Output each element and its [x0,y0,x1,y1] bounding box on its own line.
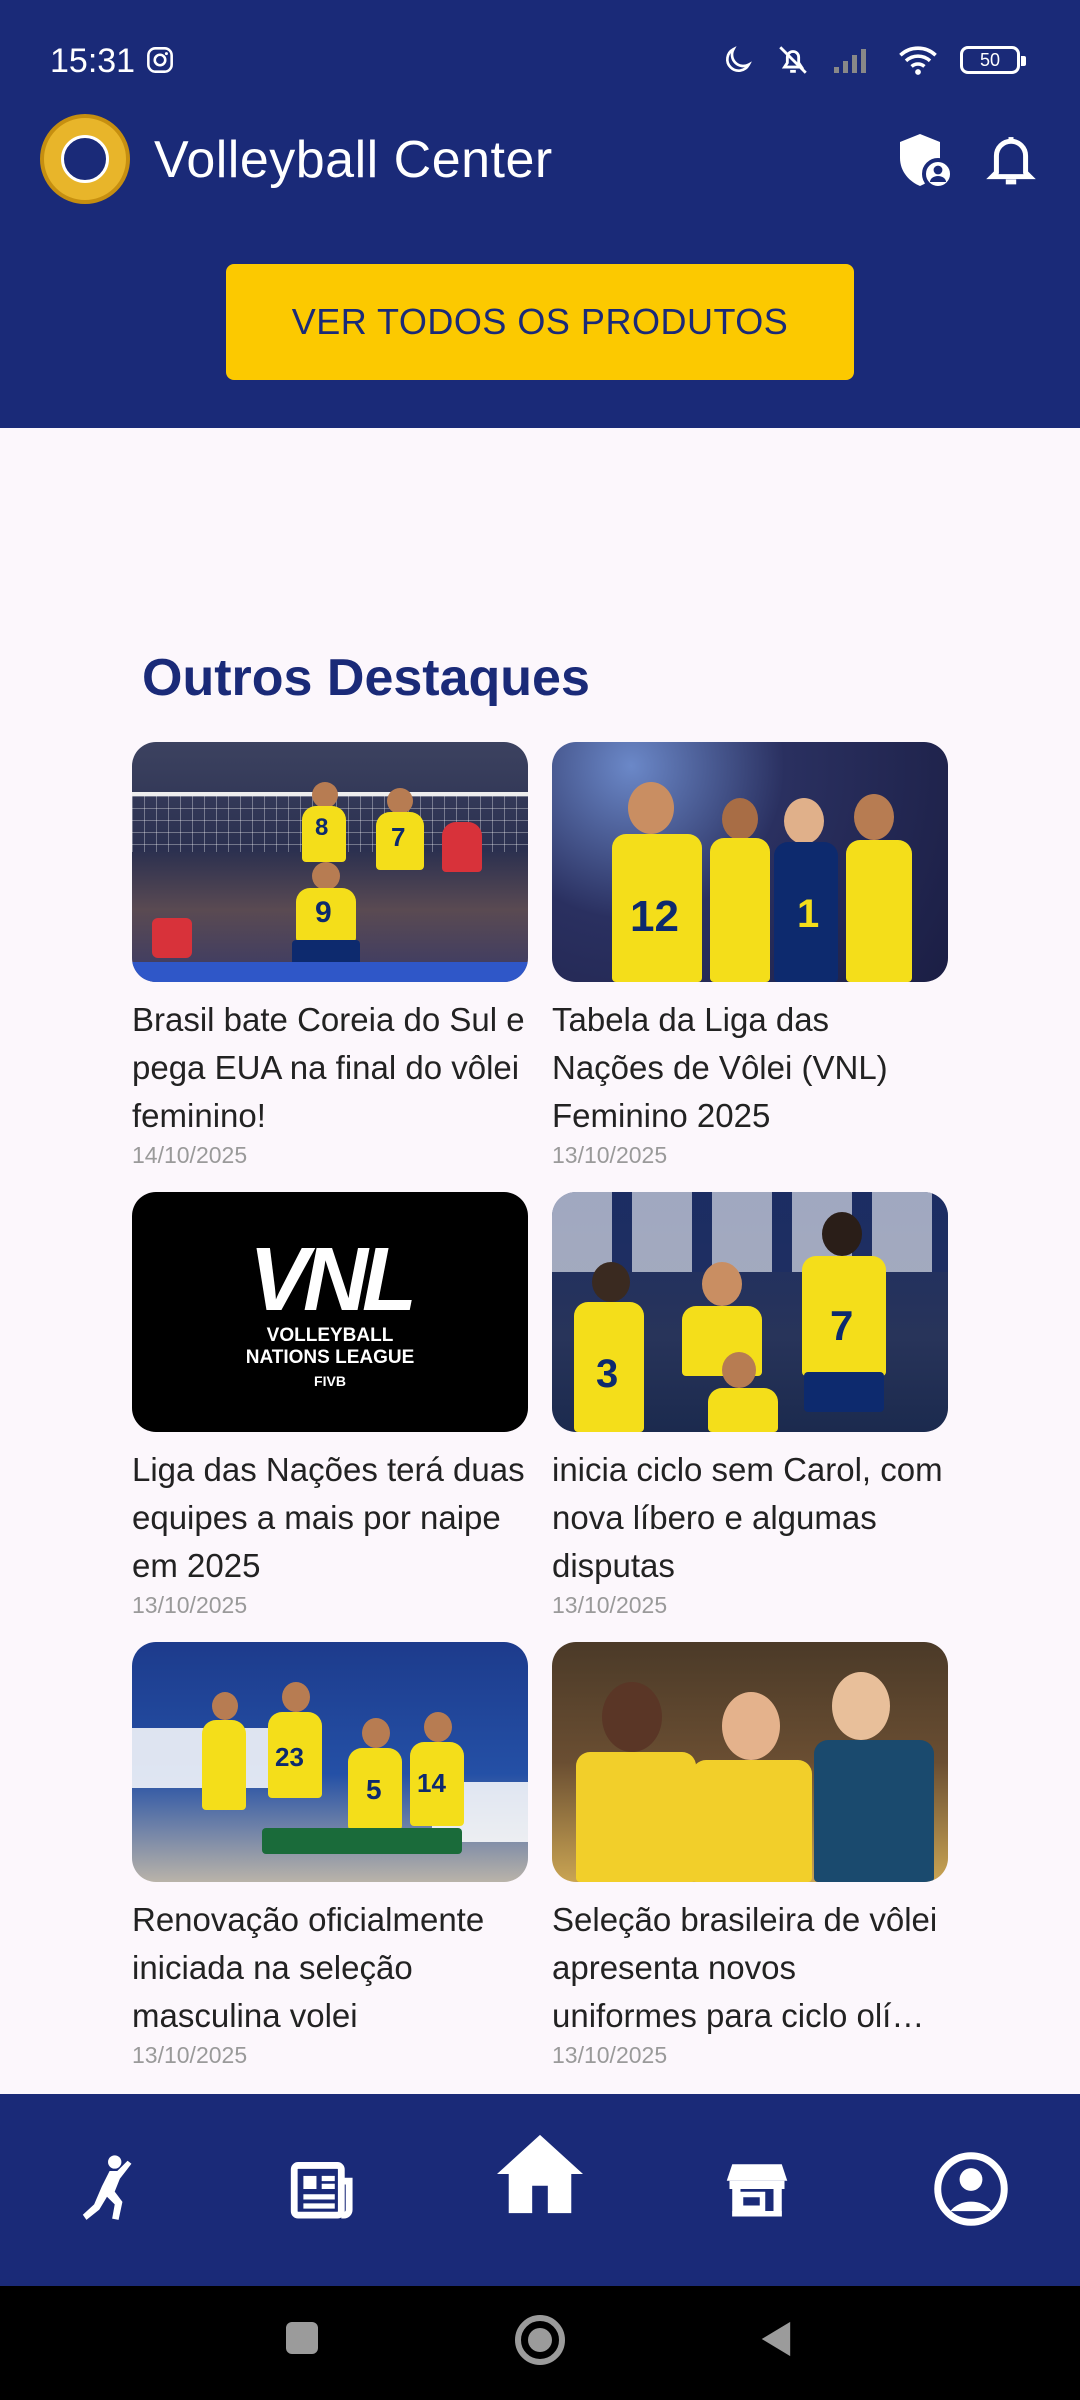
news-date: 13/10/2025 [552,2042,668,2068]
news-card[interactable]: 8 7 9 Brasil bate Coreia do Sul e pega E… [132,742,528,1182]
news-thumbnail[interactable]: 23 5 14 [132,1642,528,1882]
system-navigation [0,2286,1080,2400]
vnl-logo-line2: NATIONS LEAGUE [245,1347,415,1368]
status-icons: 50 [722,38,1026,82]
news-thumbnail[interactable] [552,1642,948,1882]
news-thumbnail[interactable]: VNL VOLLEYBALL NATIONS LEAGUE FIVB [132,1192,528,1432]
battery-level: 50 [979,49,1001,70]
bell-off-icon [779,46,807,74]
nav-news[interactable] [278,2144,368,2234]
shield-user-icon[interactable] [896,130,952,190]
products-banner: VER TODOS OS PRODUTOS [0,228,1080,428]
app-title: Volleyball Center [154,131,553,189]
bottom-navigation [0,2094,1080,2286]
section-title: Outros Destaques [142,649,590,707]
profile-icon [934,2152,1008,2226]
volleyball-icon [61,135,109,183]
news-icon [290,2162,353,2219]
signal-icon [834,49,866,73]
news-thumbnail[interactable]: 3 7 [552,1192,948,1432]
app-bar: Volleyball Center [0,100,1080,228]
recents-button[interactable] [282,2318,322,2358]
battery-icon: 50 [960,46,1026,74]
home-system-button[interactable] [514,2314,566,2366]
store-icon [726,2164,788,2217]
news-card[interactable]: VNL VOLLEYBALL NATIONS LEAGUE FIVB Liga … [132,1192,528,1632]
status-time: 15:31 [50,42,136,80]
nav-players[interactable] [62,2144,152,2234]
news-date: 13/10/2025 [552,1592,668,1618]
news-title[interactable]: inicia ciclo sem Carol, com nova líbero … [552,1446,948,1590]
moon-icon [726,46,752,72]
news-thumbnail[interactable]: 12 1 [552,742,948,982]
news-title[interactable]: Tabela da Liga das Nações de Vôlei (VNL)… [552,996,948,1140]
nav-home[interactable] [490,2124,590,2224]
news-date: 13/10/2025 [132,1592,248,1618]
app-logo [40,114,130,204]
news-date: 13/10/2025 [132,2042,248,2068]
vnl-logo: VNL VOLLEYBALL NATIONS LEAGUE FIVB [132,1192,528,1432]
news-title[interactable]: Renovação oficialmente iniciada na seleç… [132,1896,528,2040]
news-thumbnail[interactable]: 8 7 9 [132,742,528,982]
nav-store[interactable] [712,2144,802,2234]
news-title[interactable]: Liga das Nações terá duas equipes a mais… [132,1446,528,1590]
instagram-icon [147,47,173,73]
news-card[interactable]: 3 7 inicia ciclo sem Carol, com nova líb… [552,1192,948,1632]
home-icon [497,2134,583,2214]
news-card[interactable]: Seleção brasileira de vôlei apresenta no… [552,1642,948,2082]
news-title[interactable]: Seleção brasileira de vôlei apresenta no… [552,1896,948,2040]
view-all-products-button[interactable]: VER TODOS OS PRODUTOS [226,264,854,380]
nav-profile[interactable] [926,2144,1016,2234]
fivb-logo: FIVB [314,1373,346,1389]
news-card[interactable]: 23 5 14 Renovação oficialmente iniciada … [132,1642,528,2082]
news-date: 13/10/2025 [552,1142,668,1168]
bell-icon[interactable] [986,132,1036,188]
volleyball-player-icon [82,2155,132,2220]
wifi-icon [899,46,937,75]
vnl-logo-line1: VOLLEYBALL [266,1325,394,1346]
back-button[interactable] [756,2318,794,2360]
news-card[interactable]: 12 1 Tabela da Liga das Nações de Vôlei … [552,742,948,1182]
vnl-logo-text: VNL [249,1230,417,1330]
news-date: 14/10/2025 [132,1142,248,1168]
news-title[interactable]: Brasil bate Coreia do Sul e pega EUA na … [132,996,528,1140]
